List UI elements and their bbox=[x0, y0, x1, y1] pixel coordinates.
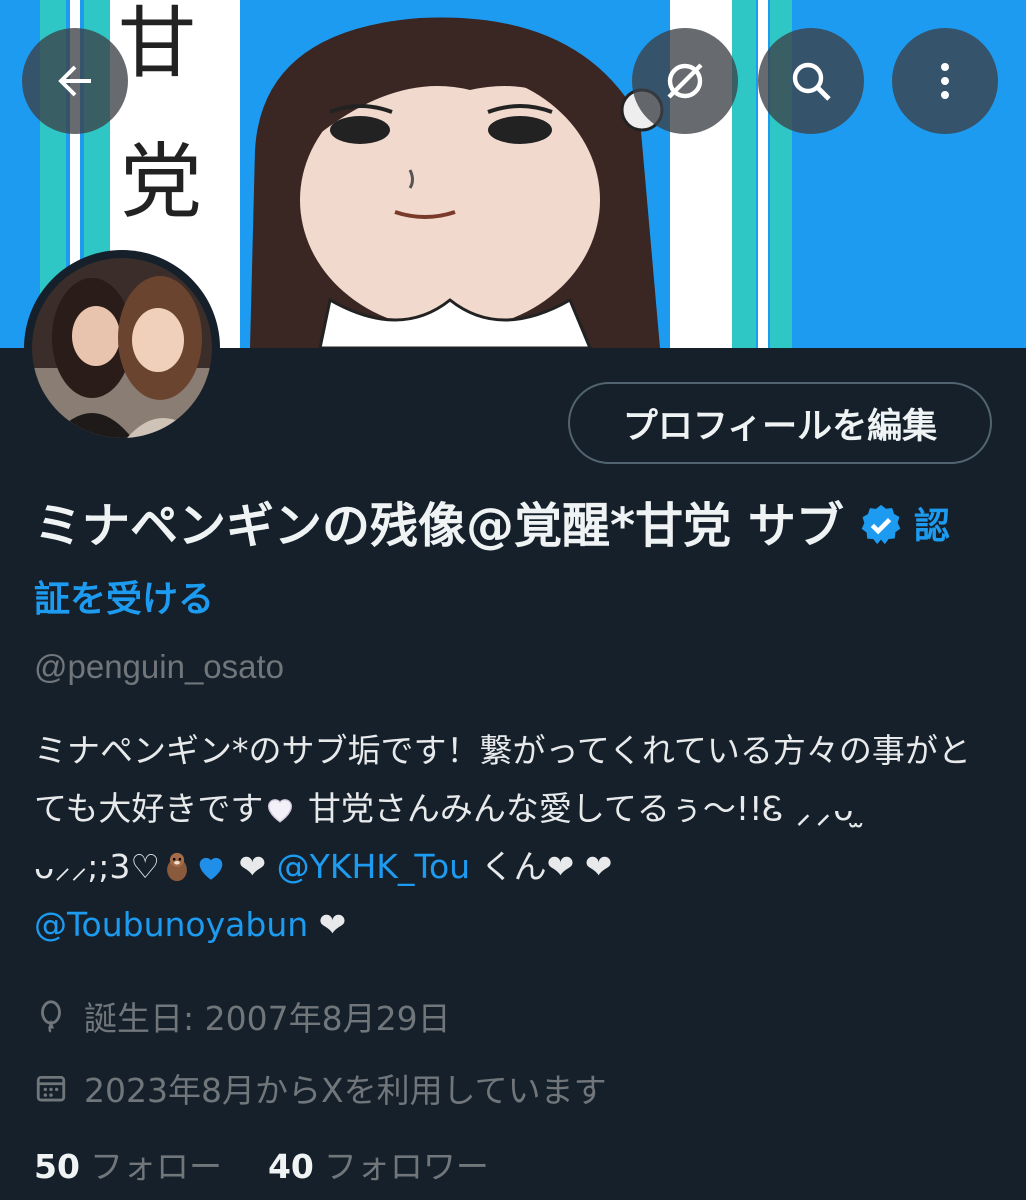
bio-kun: くん❤ ❤ bbox=[470, 847, 613, 886]
bio-heart-1: ❤ bbox=[228, 847, 277, 886]
bio: ミナペンギン*のサブ垢です！繋がってくれている方々の事がとても大好きです 甘党さ… bbox=[34, 722, 994, 954]
blue-heart-icon bbox=[199, 857, 223, 880]
banner-text-2: 党 bbox=[120, 135, 202, 230]
otter-icon bbox=[167, 852, 187, 882]
calendar-icon bbox=[36, 1075, 66, 1102]
balloon-icon bbox=[41, 1000, 61, 1033]
edit-profile-button[interactable]: プロフィールを編集 bbox=[568, 382, 992, 464]
banner-text-1: 甘 bbox=[118, 0, 196, 89]
avatar-photo bbox=[32, 258, 212, 438]
display-name-block: ミナペンギンの残像@覚醒*甘党 サブ 認証を受ける bbox=[34, 490, 964, 636]
followers-label: フォロワー bbox=[323, 1147, 489, 1186]
verified-badge-icon[interactable] bbox=[858, 502, 904, 548]
white-heart-icon bbox=[268, 799, 293, 823]
username-handle: @penguin_osato bbox=[34, 648, 285, 685]
birthday-text: 誕生日: 2007年8月29日 bbox=[84, 999, 451, 1038]
mention-toubunoyabun[interactable]: @Toubunoyabun bbox=[34, 905, 308, 944]
more-vertical-icon bbox=[941, 63, 949, 99]
grok-button[interactable] bbox=[632, 28, 738, 134]
following-count: 50 bbox=[34, 1147, 80, 1186]
follow-stats: 50 フォロー 40 フォロワー bbox=[34, 1140, 489, 1188]
joined-text: 2023年8月からXを利用しています bbox=[84, 1071, 607, 1110]
mention-ykhk-tou[interactable]: @YKHK_Tou bbox=[277, 847, 470, 886]
back-button[interactable] bbox=[22, 28, 128, 134]
search-icon bbox=[792, 62, 831, 101]
arrow-left-icon bbox=[58, 65, 91, 97]
display-name: ミナペンギンの残像@覚醒*甘党 サブ bbox=[34, 498, 844, 554]
following-link[interactable]: 50 フォロー bbox=[34, 1140, 222, 1188]
more-button[interactable] bbox=[892, 28, 998, 134]
avatar[interactable] bbox=[24, 250, 220, 446]
search-button[interactable] bbox=[758, 28, 864, 134]
followers-link[interactable]: 40 フォロワー bbox=[268, 1140, 489, 1188]
grok-icon bbox=[667, 63, 703, 99]
followers-count: 40 bbox=[267, 1147, 314, 1186]
following-label: フォロー bbox=[89, 1147, 222, 1186]
bio-heart-end: ❤ bbox=[308, 905, 347, 944]
joined-row: 2023年8月からXを利用しています bbox=[34, 1064, 607, 1112]
birthday-row: 誕生日: 2007年8月29日 bbox=[34, 992, 451, 1040]
